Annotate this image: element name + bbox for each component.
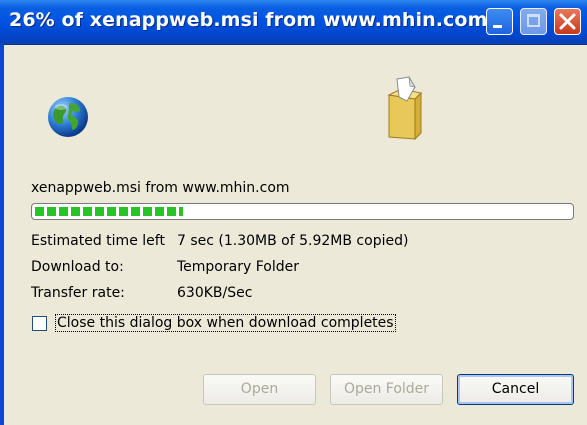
close-when-complete-checkbox[interactable] (32, 316, 47, 331)
time-left-value: 7 sec (1.30MB of 5.92MB copied) (177, 233, 409, 249)
close-icon (559, 13, 576, 30)
close-when-complete-label[interactable]: Close this dialog box when download comp… (55, 314, 396, 332)
download-to-value: Temporary Folder (177, 259, 299, 275)
close-button[interactable] (554, 8, 581, 35)
open-folder-button[interactable]: Open Folder (330, 374, 443, 405)
download-dialog: 26% of xenappweb.msi from www.mhin.com..… (0, 0, 587, 425)
maximize-button[interactable] (520, 8, 547, 35)
download-to-label: Download to: (31, 259, 124, 275)
time-left-label: Estimated time left (31, 233, 165, 249)
progress-fill (35, 207, 183, 216)
open-button[interactable]: Open (203, 374, 316, 405)
minimize-icon (493, 25, 502, 28)
maximize-icon (527, 14, 540, 27)
window-title: 26% of xenappweb.msi from www.mhin.com..… (9, 9, 510, 31)
transfer-rate-value: 630KB/Sec (177, 285, 253, 301)
transfer-rate-label: Transfer rate: (31, 285, 125, 301)
download-progress-bar (31, 203, 574, 220)
minimize-button[interactable] (486, 8, 513, 35)
globe-icon (48, 97, 88, 137)
cancel-button[interactable]: Cancel (457, 374, 574, 405)
title-bar[interactable]: 26% of xenappweb.msi from www.mhin.com..… (0, 0, 587, 45)
download-source-label: xenappweb.msi from www.mhin.com (31, 180, 290, 196)
window-border (0, 44, 4, 425)
folder-icon (387, 76, 423, 141)
